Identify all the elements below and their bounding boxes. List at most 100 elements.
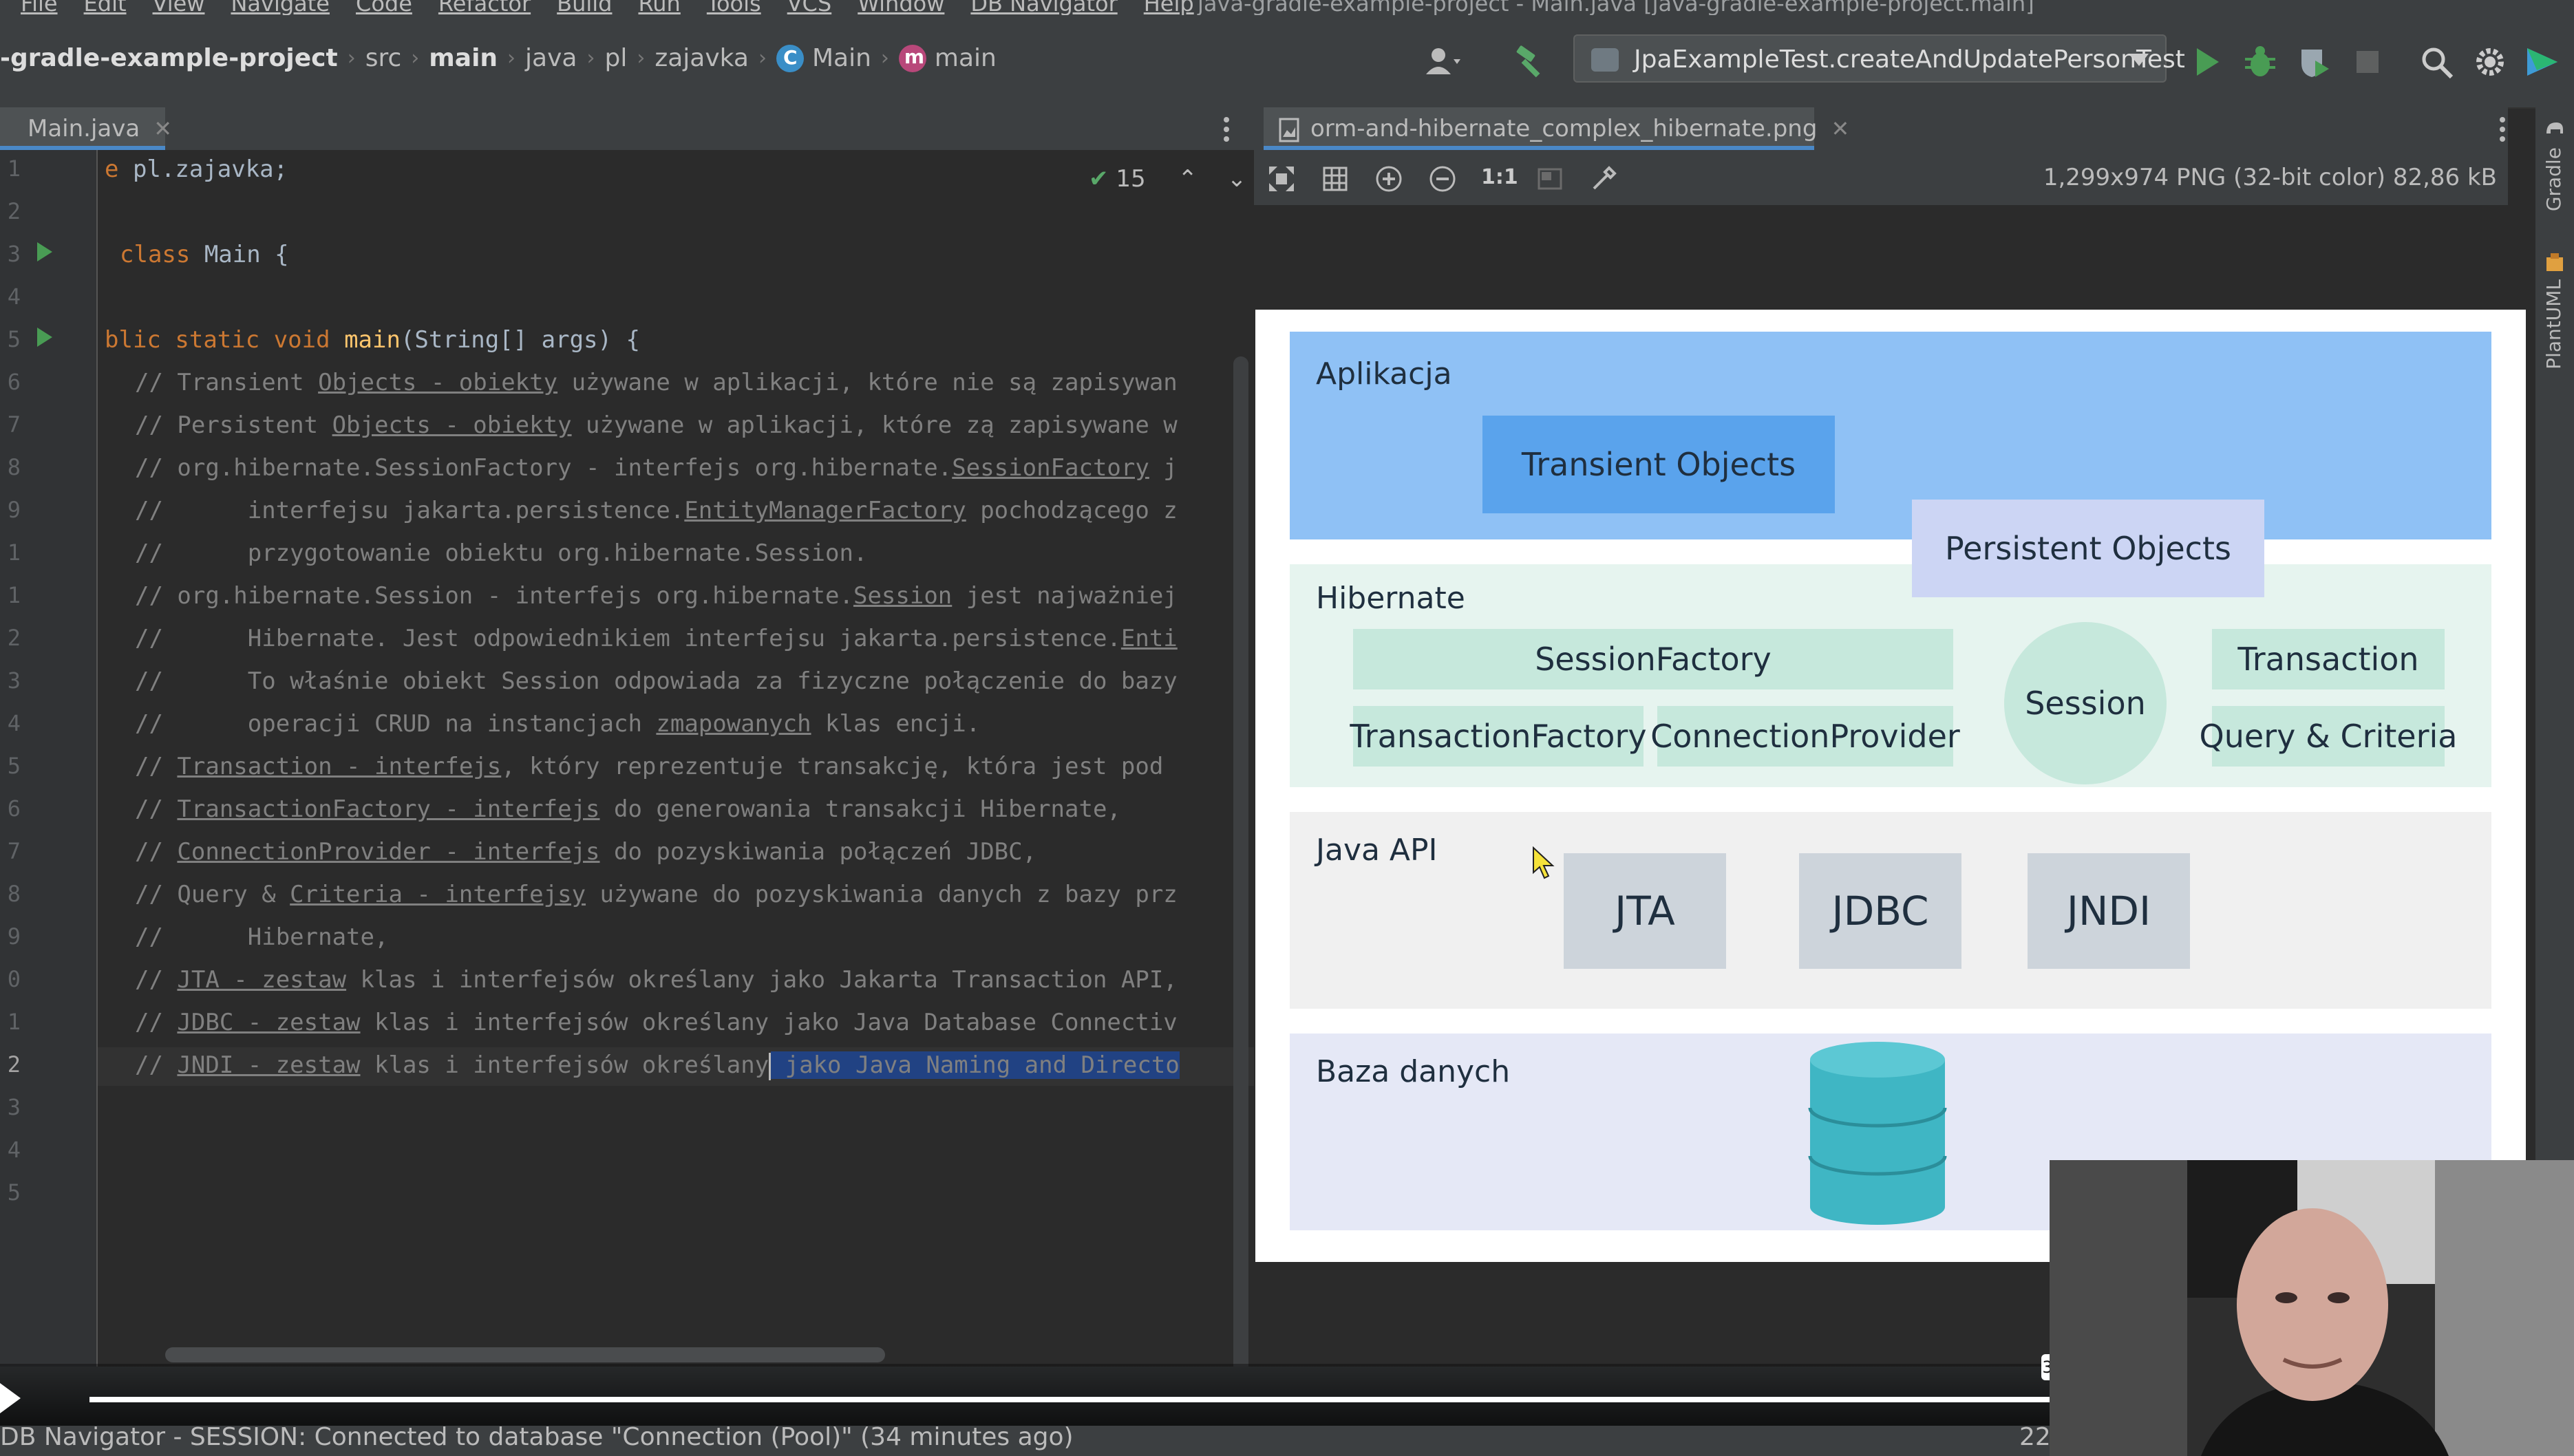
menu-help[interactable]: Help: [1144, 0, 1194, 15]
breadcrumb-pl[interactable]: pl: [604, 44, 627, 72]
breadcrumb-java[interactable]: java: [525, 44, 577, 72]
menu-navigate[interactable]: Navigate: [231, 0, 330, 15]
comment-text: // Hibernate. Jest odpowiednikiem interf…: [135, 625, 1121, 652]
hammer-icon[interactable]: [1511, 43, 1550, 81]
color-picker-icon[interactable]: [1588, 164, 1619, 194]
comment-text: używane w aplikacji, które zą zapisywane…: [571, 411, 1178, 439]
comment-text: TransactionFactory - interfejs: [177, 795, 600, 823]
status-message: DB Navigator - SESSION: Connected to dat…: [0, 1423, 1074, 1451]
breadcrumb-separator: ›: [411, 46, 420, 70]
plantuml-tool-tab[interactable]: PlantUML: [2542, 279, 2565, 370]
comment-text: Session: [853, 582, 953, 610]
user-icon[interactable]: [1423, 43, 1462, 81]
debug-icon[interactable]: [2241, 43, 2279, 81]
chevron-down-icon[interactable]: ⌄: [1227, 165, 1247, 193]
comment-line: // Query & Criteria - interfejsy używane…: [135, 881, 1178, 908]
actual-size-button[interactable]: 1:1: [1481, 165, 1518, 189]
code-text: pl.zajavka;: [118, 156, 288, 183]
comment-text: klas i interfejsów określany jako Java D…: [360, 1009, 1178, 1036]
close-icon[interactable]: ✕: [153, 116, 172, 142]
layer-title: Aplikacja: [1316, 356, 1452, 392]
grid-icon[interactable]: [1320, 164, 1350, 194]
breadcrumb-src[interactable]: src: [365, 44, 402, 72]
image-tab-bar: orm-and-hibernate_complex_hibernate.png ✕: [1254, 107, 2508, 151]
breadcrumb-main[interactable]: main: [429, 44, 498, 72]
menu-vcs[interactable]: VCS: [787, 0, 832, 15]
run-icon[interactable]: [2187, 43, 2226, 81]
menu-window[interactable]: Window: [858, 0, 944, 15]
video-progress-fill: [89, 1397, 2118, 1402]
line-number: 4: [7, 1137, 21, 1163]
comment-text: klas i interfejsów określan: [360, 1051, 755, 1079]
comment-text: y: [754, 1051, 769, 1079]
horizontal-scrollbar[interactable]: [165, 1347, 885, 1362]
inspection-widget[interactable]: ✔ 15 ⌃ ⌄: [1089, 165, 1246, 193]
menu-edit[interactable]: Edit: [84, 0, 127, 15]
breadcrumb-method[interactable]: main: [935, 44, 997, 72]
code-line: e pl.zajavka;: [105, 156, 288, 183]
comment-text: // Persistent: [135, 411, 332, 439]
code-editor[interactable]: ✔ 15 ⌃ ⌄ e pl.zajavka; class Main { blic…: [98, 150, 1254, 1367]
menu-tools[interactable]: Tools: [707, 0, 761, 15]
zoom-in-icon[interactable]: [1374, 164, 1404, 194]
menu-db-navigator[interactable]: DB Navigator: [970, 0, 1117, 15]
comment-text: klas i interfejsów określany jako Jakart…: [346, 966, 1178, 994]
breadcrumb-project[interactable]: -gradle-example-project: [0, 44, 338, 72]
run-gutter-icon[interactable]: [37, 328, 52, 347]
background-icon[interactable]: [1535, 164, 1565, 194]
menu-run[interactable]: Run: [638, 0, 680, 15]
comment-text: do pozyskiwania połączeń JDBC,: [599, 838, 1037, 866]
navigation-bar: -gradle-example-project › src › main › java…: [0, 15, 2574, 109]
gradle-tool-tab[interactable]: Gradle: [2542, 147, 2565, 211]
comment-text: //: [135, 753, 178, 780]
close-icon[interactable]: ✕: [1831, 116, 1849, 142]
image-file-icon: [1279, 118, 1299, 142]
breadcrumb-zajavka[interactable]: zajavka: [655, 44, 749, 72]
comment-text: // Transient: [135, 369, 319, 396]
line-number: 2: [7, 625, 21, 651]
comment-text: // interfejsu jakarta.persistence.: [135, 497, 685, 524]
comment-line: // Persistent Objects - obiekty używane …: [135, 411, 1178, 439]
line-number: 6: [7, 369, 21, 395]
keyword: void: [273, 326, 330, 354]
tab-main-java[interactable]: Main.java ✕: [0, 107, 172, 150]
zoom-out-icon[interactable]: [1427, 164, 1458, 194]
comment-line: // interfejsu jakarta.persistence.Entity…: [135, 497, 1178, 524]
editor-tab-bar: Main.java ✕: [0, 107, 1254, 151]
menu-code[interactable]: Code: [356, 0, 412, 15]
tab-diagram-png[interactable]: orm-and-hibernate_complex_hibernate.png ✕: [1264, 107, 1849, 150]
comment-text: //: [135, 838, 178, 866]
keyword: e: [105, 156, 119, 183]
stop-icon[interactable]: [2348, 43, 2387, 81]
line-number: 5: [7, 1179, 21, 1206]
comment-text: Criteria - interfejsy: [290, 881, 586, 908]
plugin-icon[interactable]: [2523, 43, 2562, 81]
more-options-icon[interactable]: [1218, 114, 1235, 144]
menu-view[interactable]: View: [153, 0, 205, 15]
run-configuration-dropdown[interactable]: JpaExampleTest.createAndUpdatePersonTest: [1573, 34, 2185, 83]
coverage-icon[interactable]: [2295, 43, 2333, 81]
menu-file[interactable]: File: [21, 0, 58, 15]
comment-line: // TransactionFactory - interfejs do gen…: [135, 795, 1121, 823]
comment-text: JNDI - zestaw: [177, 1051, 361, 1079]
text-selection[interactable]: jako Java Naming and Directo: [771, 1051, 1180, 1079]
comment-text: // Query &: [135, 881, 290, 908]
search-icon[interactable]: [2417, 43, 2456, 81]
jndi-box: JNDI: [2028, 853, 2190, 969]
chevron-up-icon[interactable]: ⌃: [1178, 165, 1198, 193]
play-icon[interactable]: [0, 1383, 21, 1413]
line-number: 6: [7, 795, 21, 822]
breadcrumb-class[interactable]: Main: [812, 44, 871, 72]
code-line: class Main {: [120, 241, 289, 268]
run-gutter-icon[interactable]: [37, 242, 52, 261]
fit-to-window-icon[interactable]: [1266, 164, 1297, 194]
vertical-scrollbar[interactable]: [1233, 356, 1248, 1367]
comment-line: // JNDI - zestaw klas i interfejsów okre…: [135, 1051, 1180, 1080]
layer-hibernate: Hibernate SessionFactory TransactionFact…: [1290, 564, 2491, 787]
settings-icon[interactable]: [2471, 43, 2509, 81]
database-icon: [1808, 1042, 1947, 1225]
menu-refactor[interactable]: Refactor: [438, 0, 531, 15]
comment-text: ConnectionProvider - interfejs: [177, 838, 600, 866]
menu-build[interactable]: Build: [557, 0, 612, 15]
more-options-icon[interactable]: [2494, 114, 2511, 144]
